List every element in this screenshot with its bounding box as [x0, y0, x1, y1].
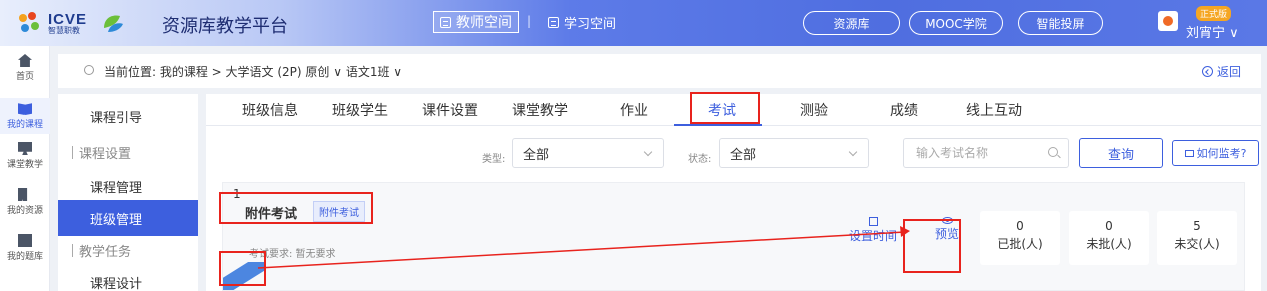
home-icon — [18, 54, 32, 67]
top-navigation-bar: ICVE 智慧职教 资源库教学平台 教师空间 | 学习空间 资源库 MOOC学院… — [0, 0, 1267, 46]
teacher-space-icon — [440, 16, 451, 28]
stat-value: 0 — [1105, 219, 1113, 233]
tab-grades[interactable]: 成绩 — [890, 100, 918, 120]
left-rail: 首页 我的课程 课堂教学 我的资源 我的题库 — [0, 46, 50, 291]
location-pin-icon — [84, 65, 94, 75]
set-time-button[interactable]: 设置时间 — [843, 217, 903, 244]
smart-cast-button[interactable]: 智能投屏 — [1018, 11, 1103, 35]
preview-label: 预览 — [934, 227, 959, 241]
main-panel: 班级信息 班级学生 课件设置 课堂教学 作业 考试 测验 成绩 线上互动 类型:… — [206, 92, 1261, 291]
mooc-button[interactable]: MOOC学院 — [909, 11, 1003, 35]
breadcrumb-bar: 当前位置: 我的课程 > 大学语文 (2P) 原创 ∨ 语文1班 ∨ 返回 — [58, 54, 1261, 88]
tab-homework[interactable]: 作业 — [620, 100, 648, 120]
username-dropdown[interactable]: 刘宵宁 ∨ — [1186, 22, 1239, 41]
exam-requirement: 考试要求: 暂无要求 — [249, 249, 336, 260]
menu-section-course-settings: 课程设置 — [58, 134, 198, 170]
stat-label: 已批(人) — [997, 237, 1043, 251]
tab-class-students[interactable]: 班级学生 — [332, 100, 388, 120]
rail-item-classroom[interactable]: 课堂教学 — [0, 142, 50, 178]
exam-card[interactable]: 1 附件考试 附件考试 考试要求: 暂无要求 设置时间 预览 0 已批(人) 0… — [222, 182, 1245, 291]
menu-item-course-management[interactable]: 课程管理 — [58, 168, 198, 204]
bank-icon — [18, 234, 32, 247]
rail-item-home[interactable]: 首页 — [0, 54, 50, 90]
platform-title: 资源库教学平台 — [162, 16, 288, 37]
tab-exam[interactable]: 考试 — [708, 100, 736, 120]
graded-count: 0 已批(人) — [980, 211, 1060, 265]
tab-class-info[interactable]: 班级信息 — [242, 100, 298, 120]
teacher-space-label: 教师空间 — [456, 15, 512, 31]
icve-smart-logo[interactable]: ICVE 智慧职教 — [14, 8, 87, 38]
stack-icon — [18, 188, 28, 201]
chevron-down-icon — [643, 147, 653, 157]
calendar-icon — [868, 217, 878, 226]
how-to-proctor-button[interactable]: 如何监考? — [1172, 140, 1259, 166]
rail-item-my-courses[interactable]: 我的课程 — [0, 98, 50, 134]
stat-label: 未批(人) — [1086, 237, 1132, 251]
type-filter-value: 全部 — [523, 147, 550, 163]
book-icon — [18, 103, 32, 115]
rail-item-label: 课堂教学 — [6, 160, 43, 170]
exam-status-ribbon — [223, 262, 265, 290]
back-label: 返回 — [1216, 65, 1241, 79]
type-filter-select[interactable]: 全部 — [512, 138, 664, 168]
course-menu: 课程引导 课程设置 课程管理 班级管理 教学任务 课程设计 — [58, 94, 198, 291]
exam-index: 1 — [233, 187, 241, 201]
resources-button[interactable]: 资源库 — [803, 11, 900, 35]
rail-item-label: 我的资源 — [6, 206, 43, 216]
monitor-icon — [1184, 149, 1194, 157]
tab-courseware-settings[interactable]: 课件设置 — [422, 100, 478, 120]
rail-item-question-bank[interactable]: 我的题库 — [0, 234, 50, 270]
back-arrow-icon — [1201, 66, 1213, 77]
eye-icon — [941, 217, 953, 224]
logo-primary-text: ICVE — [48, 10, 88, 28]
ungraded-count: 0 未批(人) — [1069, 211, 1149, 265]
exam-title: 附件考试 — [245, 207, 298, 222]
back-link[interactable]: 返回 — [1201, 63, 1241, 80]
stat-label: 未交(人) — [1174, 237, 1220, 251]
status-filter-select[interactable]: 全部 — [719, 138, 869, 168]
icve-cloud-logo[interactable] — [100, 8, 126, 38]
cloud-leaf-icon — [104, 15, 123, 32]
menu-item-class-management[interactable]: 班级管理 — [58, 200, 198, 236]
screen-icon — [18, 142, 32, 155]
status-filter-value: 全部 — [730, 147, 757, 163]
rail-item-label: 我的题库 — [6, 252, 43, 262]
status-filter-label: 状态: — [688, 154, 712, 165]
rail-item-label: 我的课程 — [6, 120, 43, 130]
set-time-label: 设置时间 — [848, 229, 897, 243]
chevron-down-icon — [848, 147, 858, 157]
breadcrumb[interactable]: 当前位置: 我的课程 > 大学语文 (2P) 原创 ∨ 语文1班 ∨ — [104, 63, 402, 80]
teacher-space-button[interactable]: 教师空间 — [433, 11, 519, 33]
how-to-proctor-label: 如何监考? — [1196, 147, 1247, 160]
tab-quiz[interactable]: 测验 — [800, 100, 828, 120]
tab-classroom-teaching[interactable]: 课堂教学 — [512, 100, 568, 120]
user-avatar[interactable] — [1158, 11, 1178, 31]
menu-item-course-guide[interactable]: 课程引导 — [58, 98, 198, 134]
preview-button[interactable]: 预览 — [923, 217, 971, 242]
stat-value: 0 — [1016, 219, 1024, 233]
active-tab-indicator — [674, 124, 762, 126]
logo-primary-subtext: 智慧职教 — [48, 25, 80, 35]
exam-search-input[interactable] — [903, 138, 1069, 168]
student-space-icon — [548, 16, 559, 28]
student-space-label: 学习空间 — [564, 16, 617, 32]
query-button[interactable]: 查询 — [1079, 138, 1163, 168]
not-submitted-count: 5 未交(人) — [1157, 211, 1237, 265]
student-space-button[interactable]: 学习空间 — [542, 11, 622, 33]
menu-section-teaching-tasks: 教学任务 — [58, 232, 198, 268]
stat-value: 5 — [1193, 219, 1201, 233]
type-filter-label: 类型: — [482, 154, 506, 165]
colorful-pinwheel-icon — [19, 12, 39, 32]
rail-item-my-resources[interactable]: 我的资源 — [0, 188, 50, 224]
space-separator: | — [527, 14, 532, 28]
menu-item-course-design[interactable]: 课程设计 — [58, 264, 198, 291]
search-icon[interactable] — [1048, 147, 1058, 157]
tab-online-interaction[interactable]: 线上互动 — [966, 100, 1022, 120]
class-tabs: 班级信息 班级学生 课件设置 课堂教学 作业 考试 测验 成绩 线上互动 — [206, 94, 1261, 126]
rail-item-label: 首页 — [15, 72, 34, 82]
exam-type-tag: 附件考试 — [313, 201, 365, 222]
edition-badge: 正式版 — [1196, 6, 1232, 21]
